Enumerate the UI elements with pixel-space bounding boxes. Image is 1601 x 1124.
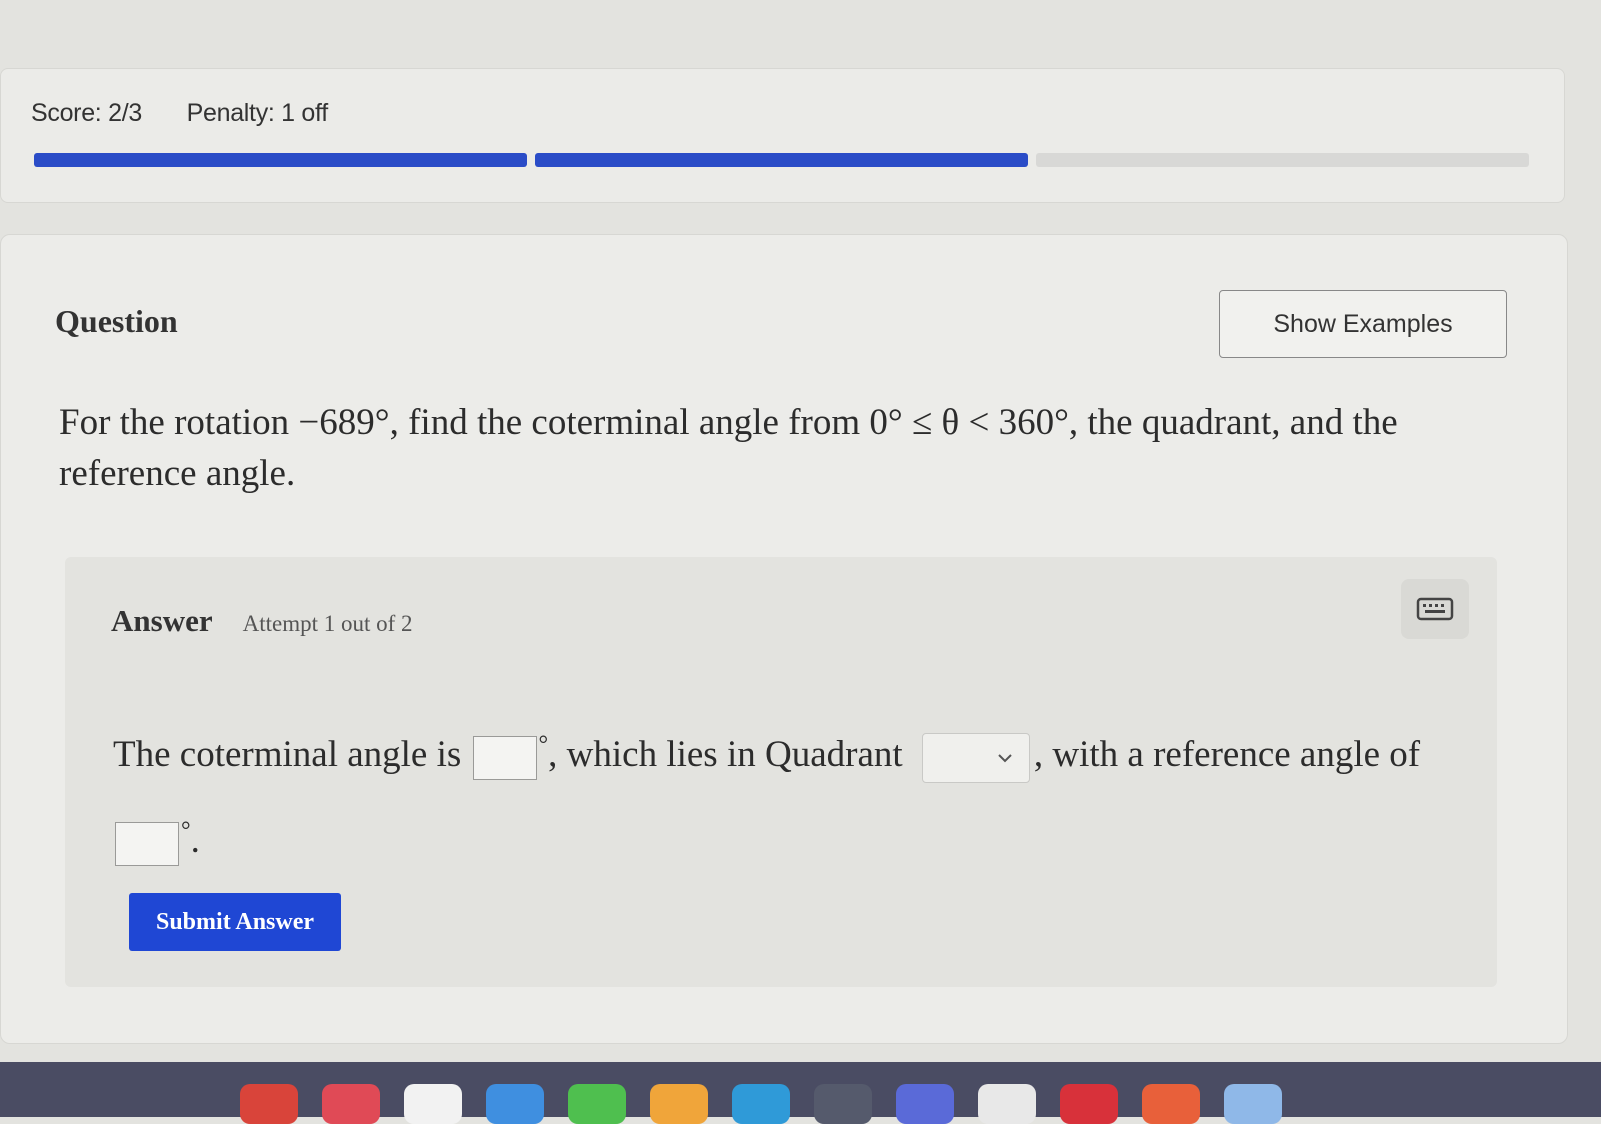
chevron-down-icon [998, 753, 1012, 762]
dock-app-icon[interactable] [814, 1084, 872, 1124]
keyboard-icon [1416, 597, 1454, 621]
answer-end-punct: . [190, 820, 200, 861]
dock-app-icon[interactable] [1142, 1084, 1200, 1124]
score-card: Score: 2/3 Penalty: 1 off [0, 68, 1565, 203]
dock-app-icon[interactable] [240, 1084, 298, 1124]
dock-app-icon[interactable] [568, 1084, 626, 1124]
keyboard-button[interactable] [1401, 579, 1469, 639]
answer-text-part3: , with a reference angle of [1033, 734, 1421, 775]
dock-app-icon[interactable] [1224, 1084, 1282, 1124]
submit-answer-button[interactable]: Submit Answer [129, 893, 341, 951]
degree-symbol: ° [538, 732, 549, 758]
dock-app-icon[interactable] [322, 1084, 380, 1124]
answer-header: Answer Attempt 1 out of 2 [111, 603, 413, 639]
penalty-text: Penalty: 1 off [186, 99, 329, 127]
coterminal-angle-input[interactable] [472, 735, 537, 780]
dock-row [240, 1084, 1282, 1124]
answer-text-part1: The coterminal angle is [113, 734, 462, 775]
show-examples-button[interactable]: Show Examples [1219, 290, 1507, 358]
dock-app-icon[interactable] [404, 1084, 462, 1124]
answer-section: Answer Attempt 1 out of 2 The coterminal… [65, 557, 1497, 987]
question-prompt: For the rotation −689°, find the cotermi… [59, 402, 1398, 494]
attempt-counter: Attempt 1 out of 2 [242, 611, 413, 636]
dock-app-icon[interactable] [650, 1084, 708, 1124]
question-heading: Question [55, 303, 178, 339]
progress-segment-1 [34, 153, 527, 167]
dock-app-icon[interactable] [1060, 1084, 1118, 1124]
taskbar [0, 1062, 1601, 1124]
progress-segment-2 [535, 153, 1028, 167]
score-line: Score: 2/3 Penalty: 1 off [31, 99, 328, 128]
answer-label: Answer [111, 603, 213, 638]
reference-angle-input[interactable] [115, 821, 179, 866]
dock-app-icon[interactable] [732, 1084, 790, 1124]
progress-segment-3 [1036, 153, 1529, 167]
dock-app-icon[interactable] [896, 1084, 954, 1124]
answer-text-part2: , which lies in Quadrant [548, 734, 903, 775]
question-card: Question Show Examples For the rotation … [0, 234, 1568, 1044]
dock-app-icon[interactable] [978, 1084, 1036, 1124]
progress-bar [34, 153, 1529, 167]
quadrant-dropdown[interactable] [921, 732, 1030, 783]
score-text: Score: 2/3 [31, 99, 142, 127]
dock-app-icon[interactable] [486, 1084, 544, 1124]
degree-symbol-2: ° [181, 818, 191, 844]
answer-sentence: The coterminal angle is °, which lies in… [113, 707, 1473, 879]
